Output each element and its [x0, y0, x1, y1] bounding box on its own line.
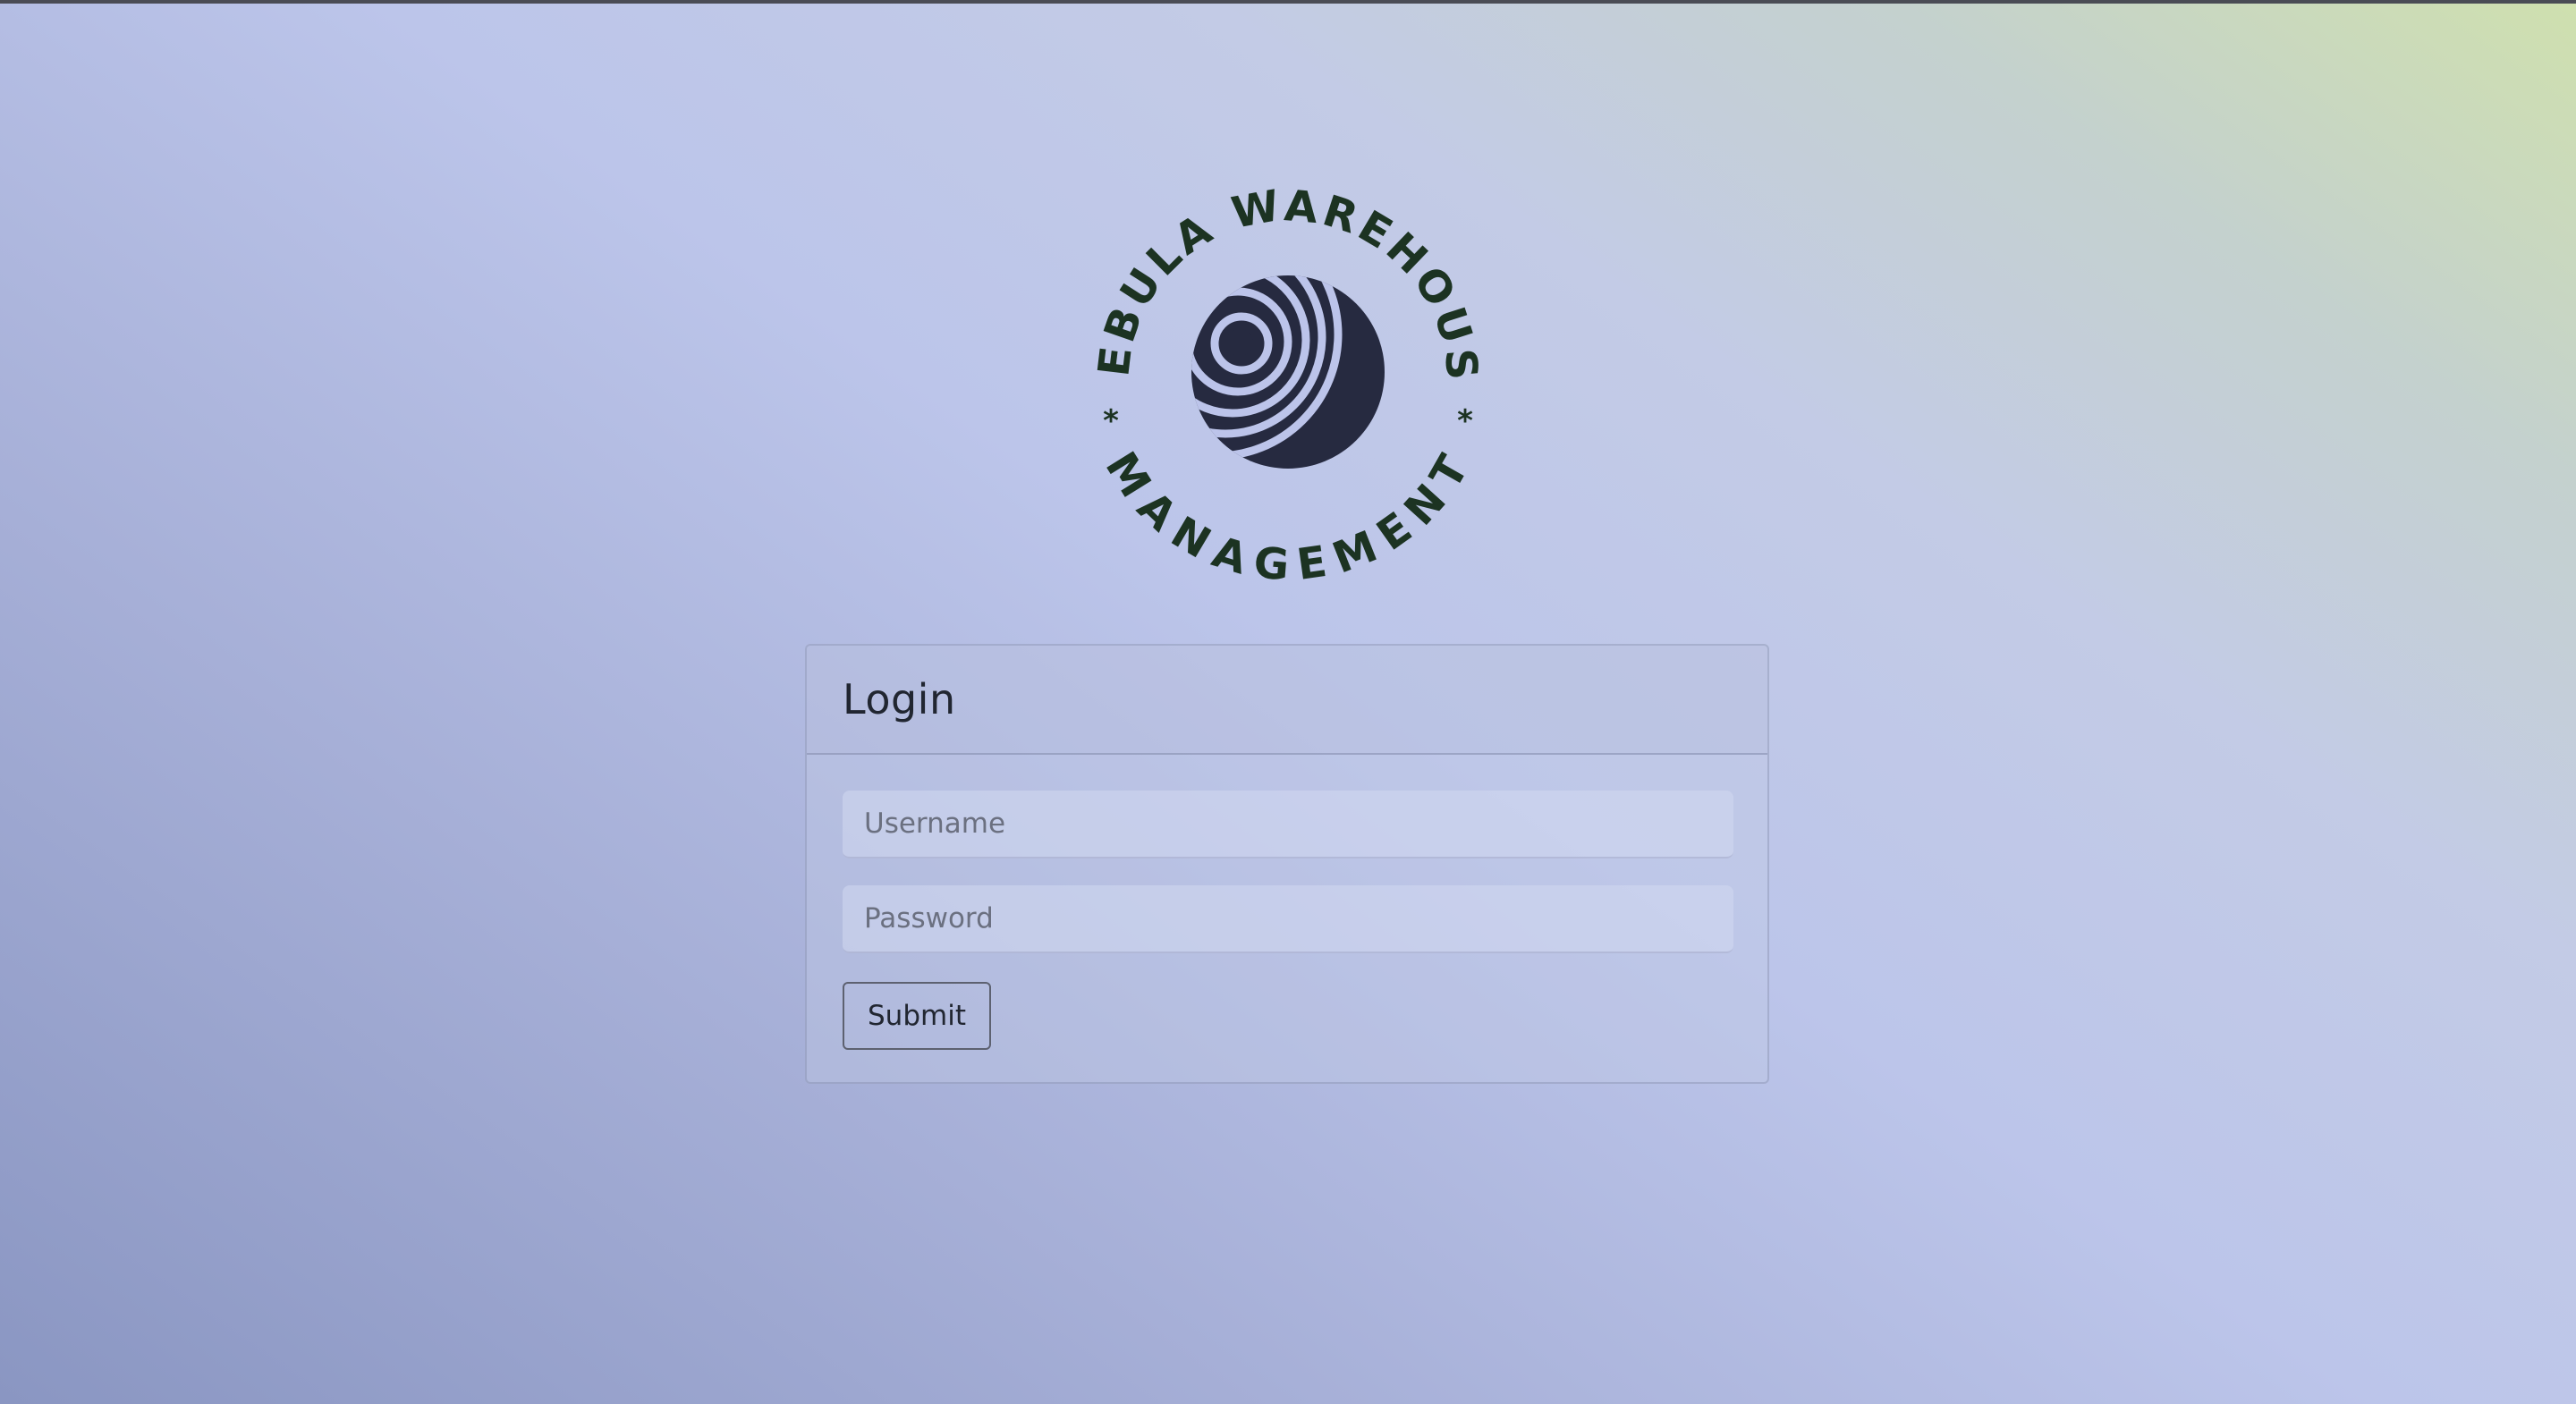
login-card-header: Login [807, 646, 1767, 755]
login-form: Submit [807, 755, 1767, 1050]
login-card: Login Submit [805, 644, 1769, 1084]
logo-left-star: * [1103, 403, 1119, 439]
brand-logo: NEBULA WAREHOUSE MANAGEMENT * * [1073, 161, 1503, 590]
username-input[interactable] [843, 791, 1733, 858]
password-input[interactable] [843, 885, 1733, 953]
logo-right-star: * [1457, 403, 1473, 439]
window-top-border [0, 0, 2576, 4]
login-title: Login [843, 675, 956, 723]
submit-button[interactable]: Submit [843, 982, 991, 1050]
